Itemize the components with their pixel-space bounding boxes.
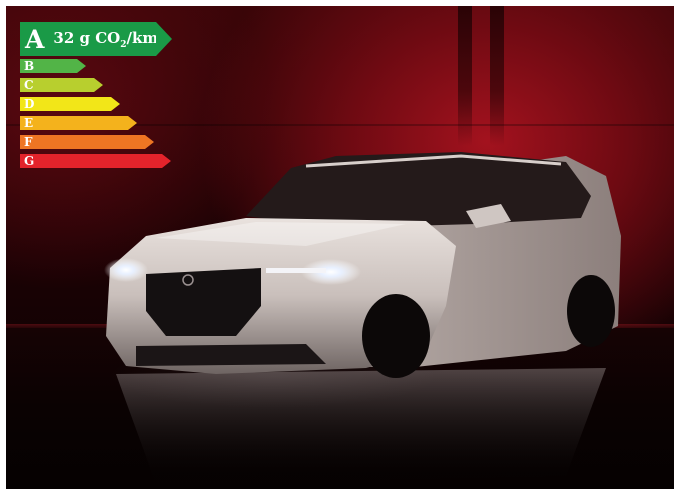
emission-unit: g CO: [79, 28, 121, 47]
efficiency-class-e: E: [20, 116, 137, 130]
emission-number: 32: [53, 28, 75, 47]
efficiency-class-f: F: [20, 135, 154, 149]
efficiency-class-c: C: [20, 78, 103, 92]
emission-unit-suffix: /km: [126, 28, 159, 47]
car-grille: [146, 268, 261, 336]
efficiency-class-a: A 32 g CO2/km: [20, 22, 172, 56]
photo-frame: A 32 g CO2/km B C D E F G: [6, 6, 674, 489]
emission-value: 32 g CO2/km: [53, 29, 158, 50]
car-image: [104, 152, 621, 484]
front-wheel: [362, 294, 430, 378]
efficiency-class-b: B: [20, 59, 86, 73]
current-class-letter: A: [25, 24, 45, 54]
car-reflection: [116, 368, 606, 484]
efficiency-class-g: G: [20, 154, 171, 168]
rear-wheel: [567, 275, 615, 347]
headlight-strip: [266, 268, 326, 273]
lower-intake: [136, 344, 326, 366]
left-headlight: [104, 258, 148, 282]
efficiency-class-d: D: [20, 97, 120, 111]
